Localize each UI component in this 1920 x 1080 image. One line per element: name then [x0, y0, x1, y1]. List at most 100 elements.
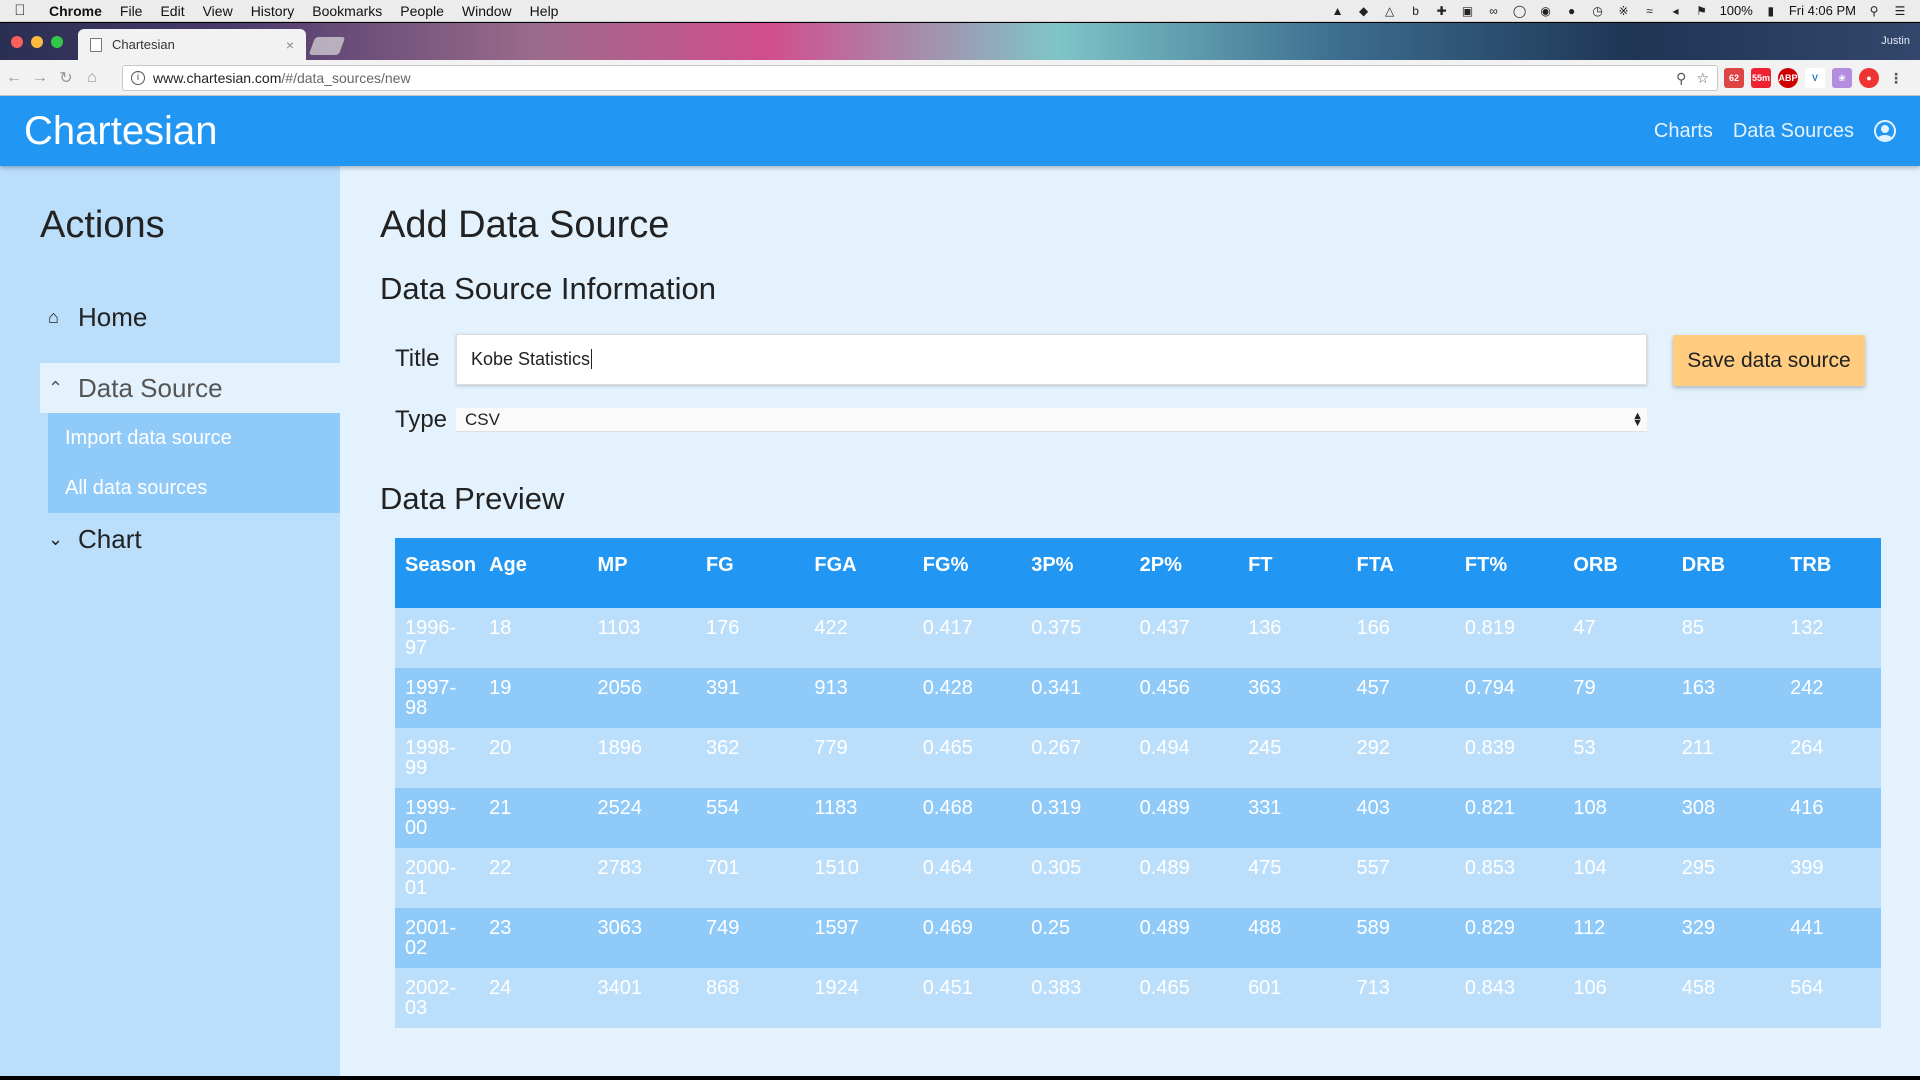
- menu-view[interactable]: View: [194, 3, 242, 19]
- column-header[interactable]: FTA: [1346, 538, 1455, 608]
- new-tab-button[interactable]: [308, 37, 346, 55]
- table-cell: 1996- 97: [395, 608, 480, 668]
- account-icon[interactable]: [1874, 120, 1896, 142]
- b-icon[interactable]: b: [1408, 4, 1424, 18]
- clock[interactable]: Fri 4:06 PM: [1789, 3, 1856, 18]
- sidebar: Actions ⌂ Home ⌃ Data Source Import data…: [0, 166, 340, 1076]
- record-extension-icon[interactable]: ●: [1859, 68, 1879, 88]
- table-cell: 21: [479, 788, 588, 848]
- type-select[interactable]: CSV ▲ ▼: [456, 408, 1647, 432]
- table-cell: 329: [1671, 908, 1781, 968]
- notification-center-icon[interactable]: ☰: [1892, 4, 1908, 18]
- column-header[interactable]: FT%: [1454, 538, 1564, 608]
- dropbox-icon[interactable]: ◆: [1356, 4, 1372, 18]
- close-window-icon[interactable]: [11, 36, 23, 48]
- table-cell: 403: [1346, 788, 1455, 848]
- table-cell: 1999- 00: [395, 788, 480, 848]
- title-input[interactable]: Kobe Statistics: [456, 333, 1647, 385]
- reload-icon[interactable]: ↻: [54, 68, 78, 88]
- table-cell: 163: [1671, 668, 1781, 728]
- home-icon[interactable]: ⌂: [80, 69, 104, 87]
- column-header[interactable]: Age: [479, 538, 588, 608]
- profile-button[interactable]: Justin: [1881, 35, 1910, 47]
- minimize-window-icon[interactable]: [31, 36, 43, 48]
- column-header[interactable]: 3P%: [1021, 538, 1130, 608]
- table-cell: 2002- 03: [395, 968, 480, 1028]
- flag-icon[interactable]: ⚑: [1694, 4, 1710, 18]
- volume-icon[interactable]: ◂: [1668, 4, 1684, 18]
- adblock-extension-icon[interactable]: ABP: [1778, 68, 1798, 88]
- column-header[interactable]: 2P%: [1129, 538, 1239, 608]
- browser-tab[interactable]: Chartesian ×: [78, 29, 306, 60]
- table-cell: 0.843: [1454, 968, 1564, 1028]
- column-header[interactable]: FG%: [912, 538, 1022, 608]
- sidebar-item-home[interactable]: ⌂ Home: [0, 293, 340, 341]
- nav-charts[interactable]: Charts: [1654, 120, 1713, 143]
- circle-icon[interactable]: ◯: [1512, 4, 1528, 18]
- column-header[interactable]: FG: [695, 538, 805, 608]
- app-root: Chartesian Charts Data Sources Actions ⌂…: [0, 96, 1920, 1076]
- column-header[interactable]: FGA: [804, 538, 913, 608]
- forward-icon[interactable]: →: [28, 69, 52, 87]
- gmail-extension-icon[interactable]: 62: [1724, 68, 1744, 88]
- data-preview-table-container[interactable]: Season Age MP FG FGA FG% 3P% 2P% FT FTA FT% ORB DRB T…: [395, 538, 1881, 1038]
- eye-icon[interactable]: ◉: [1538, 4, 1554, 18]
- sidebar-item-import[interactable]: Import data source: [48, 413, 340, 463]
- sidebar-item-chart[interactable]: ⌄ Chart: [0, 515, 340, 563]
- table-cell: 132: [1780, 608, 1881, 668]
- time-machine-icon[interactable]: ◷: [1590, 4, 1606, 18]
- table-cell: 416: [1780, 788, 1881, 848]
- table-row: 1997- 98 19 2056 391 913 0.428 0.341 0.456 363 457…: [395, 668, 1881, 728]
- column-header[interactable]: Season: [395, 538, 480, 608]
- section-heading-info: Data Source Information: [380, 271, 717, 306]
- menu-window[interactable]: Window: [453, 3, 521, 19]
- apple-icon[interactable]: : [0, 2, 40, 19]
- bookmark-star-icon[interactable]: ☆: [1696, 70, 1709, 87]
- sidebar-item-data-source[interactable]: ⌃ Data Source: [40, 363, 340, 413]
- menu-history[interactable]: History: [242, 3, 304, 19]
- sidebar-item-all-sources[interactable]: All data sources: [48, 463, 340, 513]
- table-cell: 0.305: [1021, 848, 1130, 908]
- column-header[interactable]: MP: [587, 538, 696, 608]
- spotlight-icon[interactable]: ⚲: [1866, 4, 1882, 18]
- battery-icon[interactable]: ▮: [1763, 4, 1779, 18]
- info-icon[interactable]: i: [131, 71, 145, 85]
- dot-icon[interactable]: ●: [1564, 4, 1580, 18]
- bird-icon[interactable]: ▲: [1330, 4, 1346, 18]
- table-cell: 85: [1671, 608, 1781, 668]
- nav-data-sources[interactable]: Data Sources: [1733, 120, 1854, 143]
- menu-bookmarks[interactable]: Bookmarks: [303, 3, 391, 19]
- menu-app-name[interactable]: Chrome: [40, 3, 111, 19]
- section-heading-preview: Data Preview: [380, 481, 565, 516]
- menu-people[interactable]: People: [391, 3, 453, 19]
- menu-file[interactable]: File: [111, 3, 152, 19]
- column-header[interactable]: ORB: [1563, 538, 1672, 608]
- tab-close-icon[interactable]: ×: [286, 37, 294, 53]
- zoom-window-icon[interactable]: [51, 36, 63, 48]
- timer-extension-icon[interactable]: 55m: [1751, 68, 1771, 88]
- plus-icon[interactable]: ✚: [1434, 4, 1450, 18]
- drive-icon[interactable]: △: [1382, 4, 1398, 18]
- box-icon[interactable]: ▣: [1460, 4, 1476, 18]
- table-cell: 399: [1780, 848, 1881, 908]
- table-cell: 18: [479, 608, 588, 668]
- brand-logo[interactable]: Chartesian: [24, 109, 217, 154]
- save-data-source-button[interactable]: Save data source: [1673, 335, 1865, 386]
- column-header[interactable]: FT: [1238, 538, 1347, 608]
- table-cell: 0.267: [1021, 728, 1130, 788]
- browser-tabstrip: Chartesian × Justin: [0, 23, 1920, 60]
- back-icon[interactable]: ←: [2, 69, 26, 87]
- feather-extension-icon[interactable]: ❀: [1832, 68, 1852, 88]
- zoom-icon[interactable]: ⚲: [1676, 70, 1686, 87]
- column-header[interactable]: DRB: [1671, 538, 1781, 608]
- menu-help[interactable]: Help: [521, 3, 568, 19]
- menu-kebab-icon[interactable]: ⋮: [1886, 68, 1906, 88]
- menu-edit[interactable]: Edit: [151, 3, 193, 19]
- address-bar[interactable]: i www.chartesian.com/#/data_sources/new …: [122, 65, 1718, 91]
- glasses-icon[interactable]: ∞: [1486, 4, 1502, 18]
- wifi-icon[interactable]: ≈: [1642, 4, 1658, 18]
- vimium-extension-icon[interactable]: V: [1805, 68, 1825, 88]
- table-cell: 2524: [587, 788, 696, 848]
- bluetooth-icon[interactable]: ※: [1616, 4, 1632, 18]
- column-header[interactable]: TRB: [1780, 538, 1881, 608]
